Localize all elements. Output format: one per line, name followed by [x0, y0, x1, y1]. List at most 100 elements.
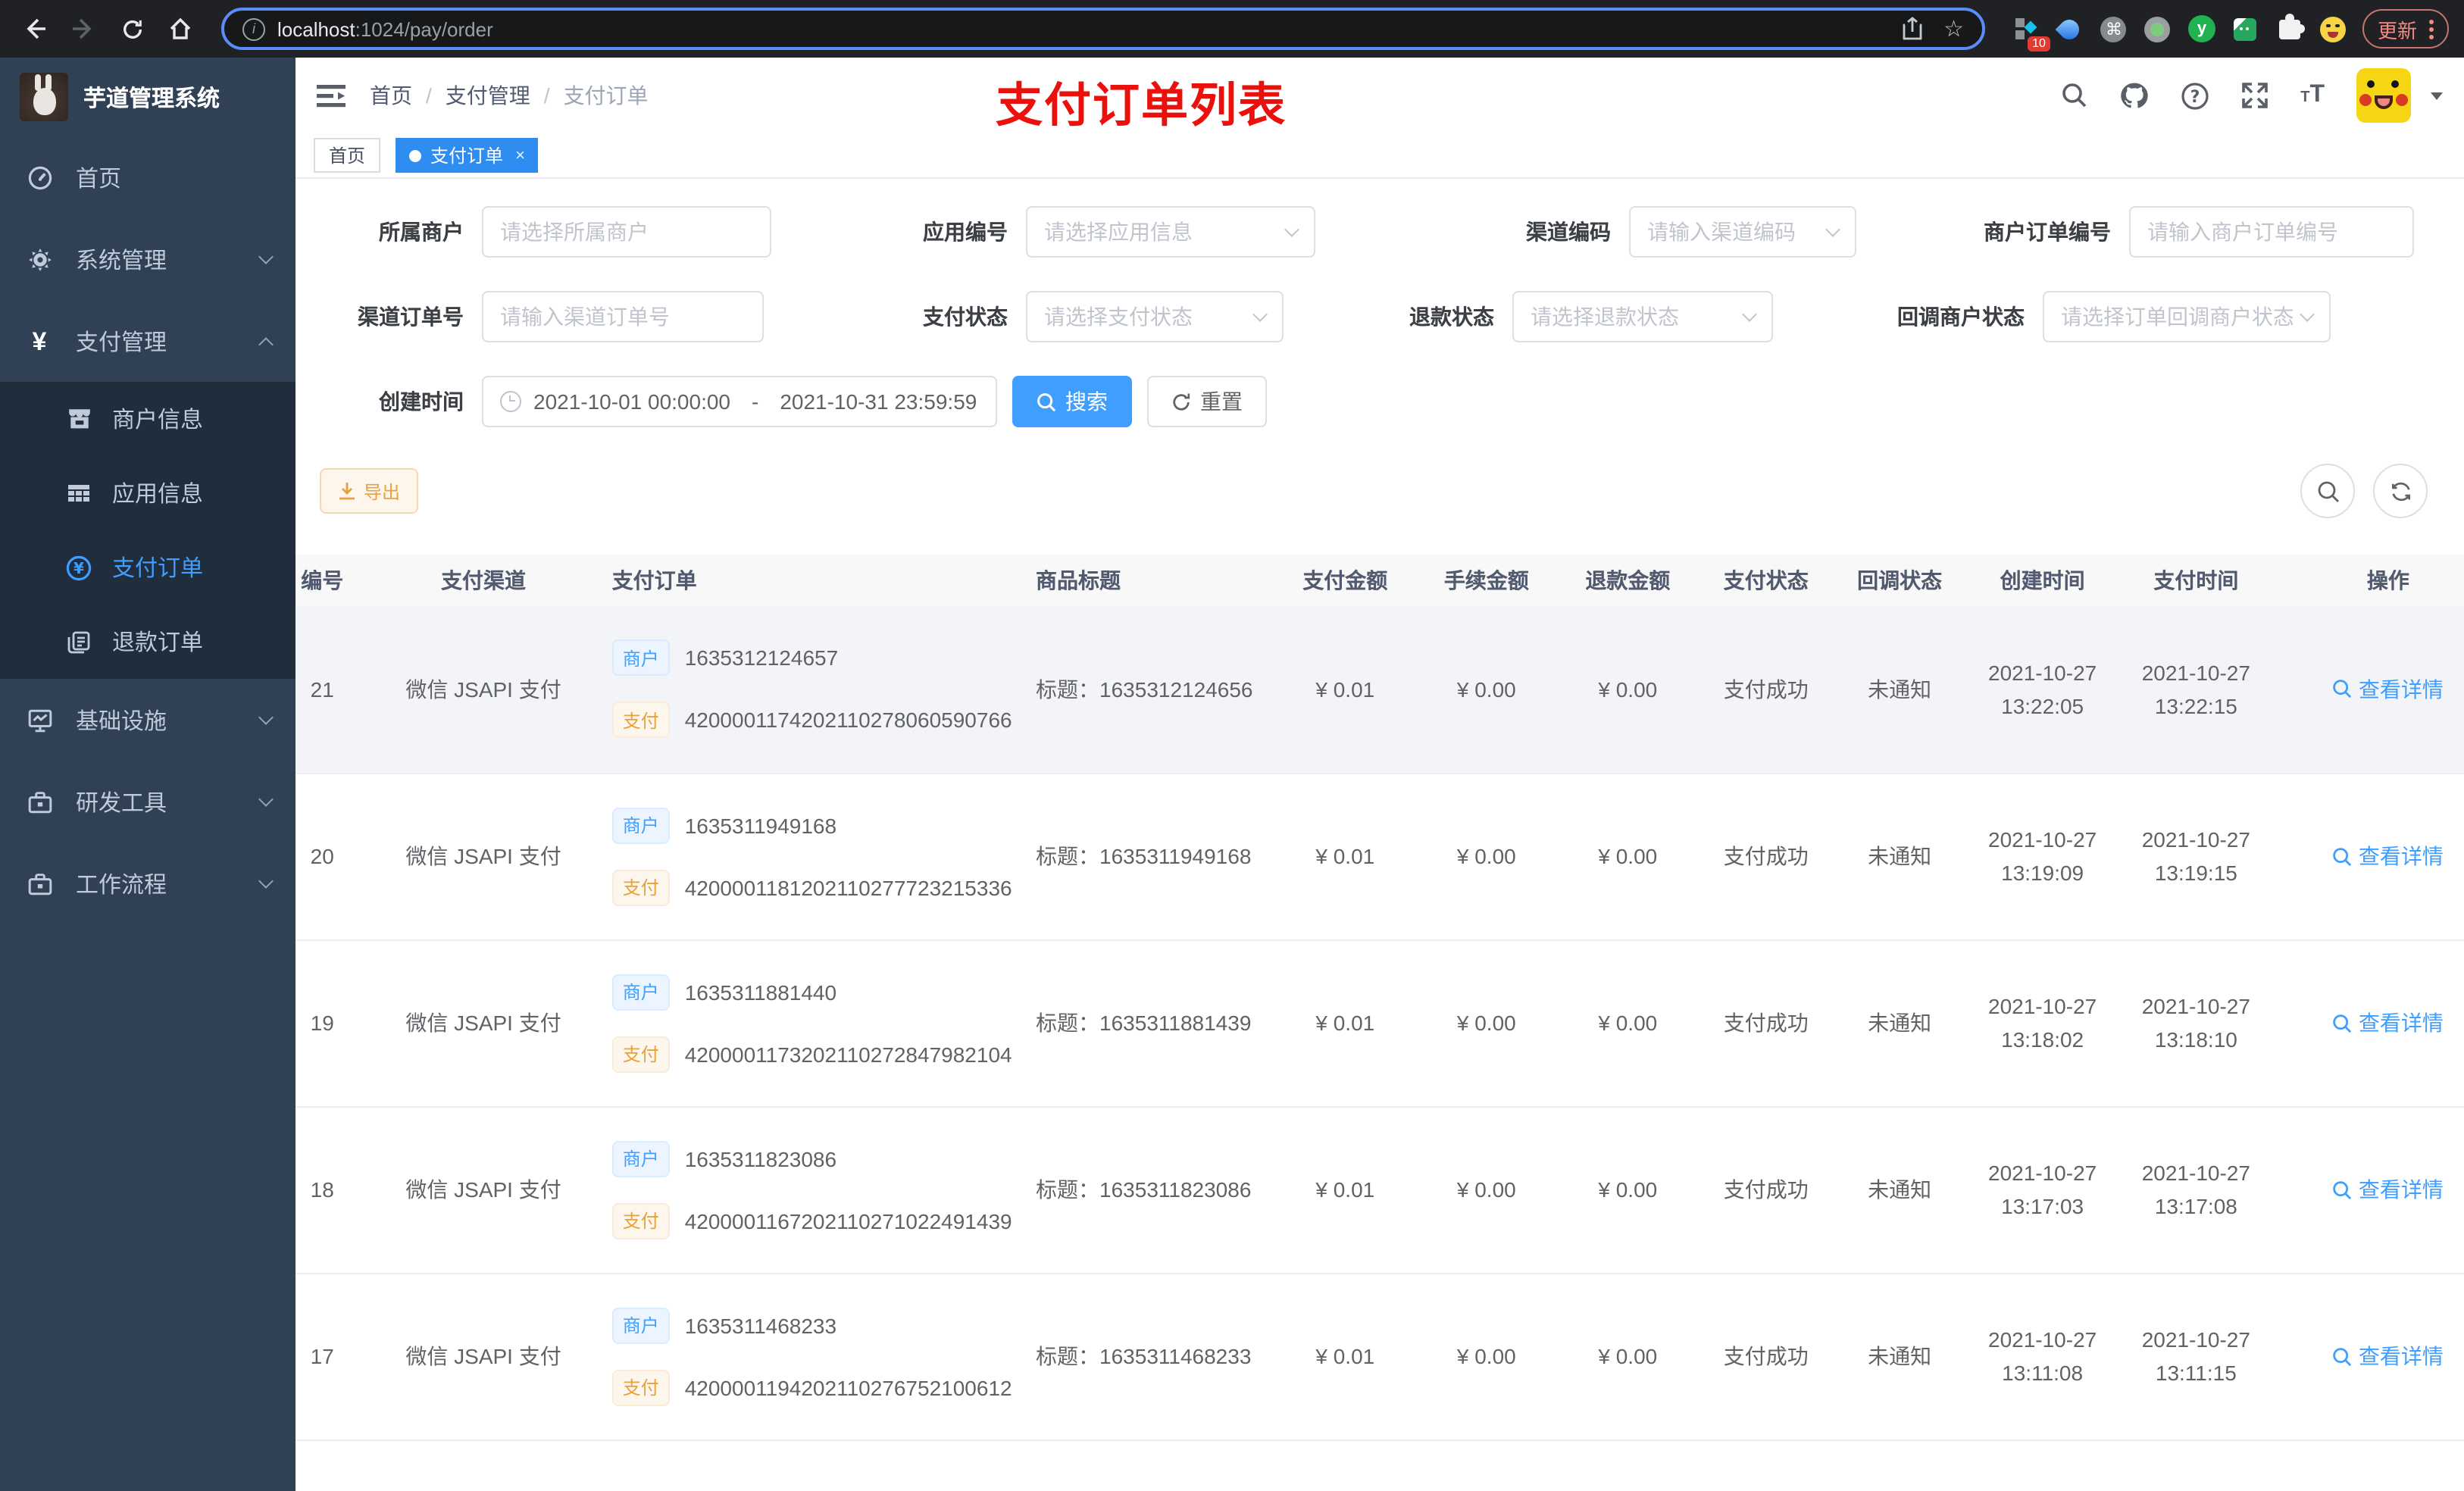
site-info-icon[interactable] — [242, 17, 265, 40]
yen-icon: ¥ — [32, 327, 47, 355]
merchant-order-no: 1635312124657 — [684, 645, 839, 670]
pay-tag: 支付 — [611, 702, 670, 739]
breadcrumb-home[interactable]: 首页 — [370, 80, 412, 111]
forward-icon[interactable] — [64, 9, 103, 48]
avatar[interactable] — [2356, 68, 2411, 123]
sidebar-item-infra[interactable]: 基础设施 — [0, 679, 295, 761]
filter-label: 回调商户状态 — [1897, 305, 2025, 329]
col-actions: 操作 — [2272, 555, 2464, 606]
search-icon[interactable] — [2061, 82, 2088, 109]
col-fee: 手续金额 — [1415, 555, 1558, 606]
sidebar-item-devtools[interactable]: 研发工具 — [0, 761, 295, 842]
back-icon[interactable] — [15, 9, 55, 48]
toggle-search-icon[interactable] — [2300, 464, 2355, 518]
chevron-up-icon — [258, 336, 274, 352]
sidebar-item-workflow[interactable]: 工作流程 — [0, 842, 295, 924]
col-notify: 回调状态 — [1833, 555, 1966, 606]
view-detail-link[interactable]: 查看详情 — [2333, 1008, 2444, 1038]
search-button[interactable]: 搜索 — [1012, 376, 1132, 427]
font-size-icon[interactable] — [2300, 83, 2325, 108]
refresh-icon[interactable] — [2373, 464, 2428, 518]
merchant-tag: 商户 — [611, 639, 670, 677]
github-icon[interactable] — [2120, 82, 2149, 109]
col-title: 商品标题 — [990, 555, 1275, 606]
sidebar-item-merchant-info[interactable]: 商户信息 — [0, 382, 295, 456]
extension-record-icon[interactable] — [2144, 15, 2172, 42]
merchant-tag: 商户 — [611, 1140, 670, 1177]
view-detail-link[interactable]: 查看详情 — [2333, 1341, 2444, 1371]
pay-tag: 支付 — [611, 1036, 670, 1072]
pay-tag: 支付 — [611, 1202, 670, 1239]
extension-command-icon[interactable] — [2100, 15, 2128, 42]
home-icon[interactable] — [161, 9, 200, 48]
merchant-tag: 商户 — [611, 1307, 670, 1343]
filter-label: 支付状态 — [923, 305, 1008, 329]
view-detail-link[interactable]: 查看详情 — [2333, 1174, 2444, 1205]
sidebar-item-refund-order[interactable]: 退款订单 — [0, 605, 295, 679]
collapse-sidebar-icon[interactable] — [317, 83, 346, 108]
reset-button[interactable]: 重置 — [1147, 376, 1267, 427]
sidebar-item-pay[interactable]: ¥ 支付管理 — [0, 300, 295, 382]
page-title: 支付订单列表 — [996, 79, 1287, 132]
tag-pay-order[interactable]: 支付订单 × — [396, 138, 539, 173]
sidebar-item-system[interactable]: 系统管理 — [0, 218, 295, 300]
merchant-input[interactable] — [482, 206, 771, 258]
breadcrumb-pay-manage[interactable]: 支付管理 — [446, 80, 530, 111]
filter-label: 渠道订单号 — [358, 305, 464, 329]
tag-close-icon[interactable]: × — [515, 146, 525, 164]
tag-home[interactable]: 首页 — [314, 138, 381, 173]
clock-icon — [500, 391, 521, 412]
address-bar[interactable]: localhost :1024/pay/order ☆ — [221, 8, 1985, 50]
browser-update-button[interactable]: 更新 — [2362, 9, 2449, 48]
url-path: :1024/pay/order — [355, 17, 493, 40]
extension-chat-icon[interactable] — [2232, 15, 2259, 42]
share-icon[interactable] — [1901, 17, 1922, 41]
filter-label: 渠道编码 — [1526, 220, 1611, 244]
update-label: 更新 — [2377, 19, 2417, 42]
grid-icon — [64, 481, 94, 505]
export-button[interactable]: 导出 — [320, 468, 419, 514]
sidebar-item-label: 退款订单 — [112, 630, 204, 656]
fullscreen-icon[interactable] — [2241, 82, 2269, 109]
avatar-caret-icon[interactable] — [2431, 92, 2443, 99]
sidebar-item-home[interactable]: 首页 — [0, 136, 295, 218]
chevron-down-icon — [258, 710, 274, 725]
reload-icon[interactable] — [112, 9, 152, 48]
app-select[interactable]: 请选择应用信息 — [1026, 206, 1315, 258]
briefcase-icon — [24, 871, 55, 896]
sidebar-logo[interactable]: 芋道管理系统 — [0, 58, 295, 136]
browser-menu-icon[interactable] — [2429, 19, 2434, 39]
extension-kite-icon[interactable] — [2056, 14, 2084, 43]
view-detail-link[interactable]: 查看详情 — [2333, 841, 2444, 871]
filter-label: 创建时间 — [379, 389, 464, 414]
sidebar-item-pay-order[interactable]: ¥ 支付订单 — [0, 530, 295, 605]
table-row: 21 微信 JSAPI 支付 商户 1635312124657 支付 4200001… — [295, 606, 2464, 774]
refund-status-select[interactable]: 请选择退款状态 — [1512, 291, 1773, 342]
channel-code-select[interactable]: 请输入渠道编码 — [1629, 206, 1856, 258]
notify-status-select[interactable]: 请选择订单回调商户状态 — [2043, 291, 2331, 342]
help-icon[interactable]: ? — [2181, 81, 2209, 110]
filter-label: 所属商户 — [379, 220, 464, 244]
col-status: 支付状态 — [1698, 555, 1834, 606]
browser-chrome: localhost :1024/pay/order ☆ 10 更新 — [0, 0, 2464, 58]
extension-emoji-icon[interactable] — [2320, 15, 2347, 42]
view-detail-link[interactable]: 查看详情 — [2333, 674, 2444, 705]
bookmark-star-icon[interactable]: ☆ — [1943, 15, 1964, 42]
table-toolbar: 导出 — [320, 464, 2464, 518]
extension-grid-icon[interactable]: 10 — [2012, 15, 2050, 52]
top-navbar: 首页 / 支付管理 / 支付订单 支付订单列表 ? — [295, 58, 2464, 133]
main-area: 首页 / 支付管理 / 支付订单 支付订单列表 ? T T 首页 支付订单 × … — [295, 58, 2464, 1491]
create-time-range-picker[interactable]: 2021-10-01 00:00:00 - 2021-10-31 23:59:5… — [482, 376, 997, 427]
merchant-order-no-input[interactable] — [2129, 206, 2414, 258]
breadcrumb-current: 支付订单 — [563, 83, 649, 108]
filter-label: 退款状态 — [1409, 305, 1494, 329]
yen-circle-icon: ¥ — [64, 554, 94, 581]
svg-text:?: ? — [2190, 87, 2200, 106]
pay-status-select[interactable]: 请选择支付状态 — [1026, 291, 1284, 342]
dashboard-icon — [24, 164, 55, 190]
extension-badge: 10 — [2028, 36, 2050, 52]
sidebar-item-app-info[interactable]: 应用信息 — [0, 456, 295, 530]
extension-puzzle-icon[interactable] — [2276, 13, 2305, 42]
extension-y-icon[interactable] — [2187, 15, 2215, 42]
channel-order-no-input[interactable] — [482, 291, 764, 342]
